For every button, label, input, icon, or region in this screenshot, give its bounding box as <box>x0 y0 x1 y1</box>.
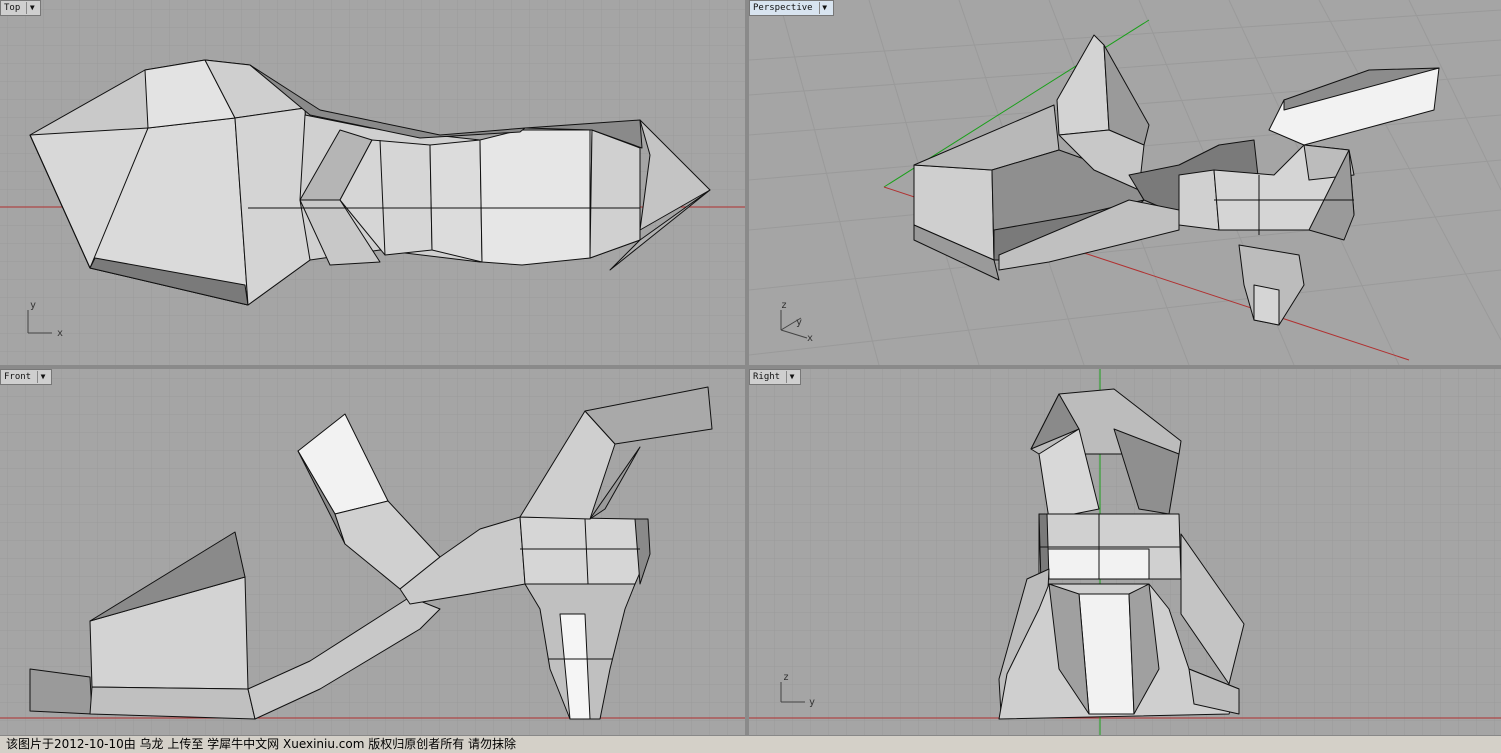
axis-z-label: z <box>781 300 787 311</box>
chevron-down-icon[interactable]: ▼ <box>818 2 830 14</box>
axis-y-label: y <box>809 697 815 708</box>
viewport-right[interactable]: z y Right ▼ <box>749 369 1501 735</box>
chevron-down-icon[interactable]: ▼ <box>26 2 37 14</box>
viewport-title-front[interactable]: Front ▼ <box>0 369 53 385</box>
perspective-view-canvas[interactable]: z y x <box>749 0 1501 365</box>
axis-x-label: x <box>57 328 63 339</box>
viewport-title-right[interactable]: Right ▼ <box>749 369 802 385</box>
axis-z-label: z <box>783 672 789 683</box>
axis-x-label: x <box>807 333 813 344</box>
top-view-canvas[interactable]: y x <box>0 0 745 365</box>
viewport-name: Front <box>4 372 32 382</box>
viewport-front[interactable]: Front ▼ <box>0 369 745 735</box>
axis-y-label: y <box>30 300 36 311</box>
right-view-canvas[interactable]: z y <box>749 369 1501 735</box>
viewport-perspective[interactable]: z y x Perspective ▼ <box>749 0 1501 365</box>
viewport-name: Top <box>4 3 21 13</box>
viewport-name: Perspective <box>753 3 813 13</box>
viewport-name: Right <box>753 372 781 382</box>
rhino-workspace: y x Top ▼ z y x Perspective ▼ Front ▼ z … <box>0 0 1501 753</box>
watermark-status-bar: 该图片于2012-10-10由 乌龙 上传至 学犀牛中文网 Xuexiniu.c… <box>0 735 1501 753</box>
chevron-down-icon[interactable]: ▼ <box>37 371 48 383</box>
viewport-title-top[interactable]: Top ▼ <box>0 0 42 16</box>
chevron-down-icon[interactable]: ▼ <box>786 371 797 383</box>
viewport-title-perspective[interactable]: Perspective ▼ <box>749 0 834 16</box>
axis-y-label: y <box>796 317 802 328</box>
front-view-canvas[interactable] <box>0 369 745 735</box>
viewport-top[interactable]: y x Top ▼ <box>0 0 745 365</box>
